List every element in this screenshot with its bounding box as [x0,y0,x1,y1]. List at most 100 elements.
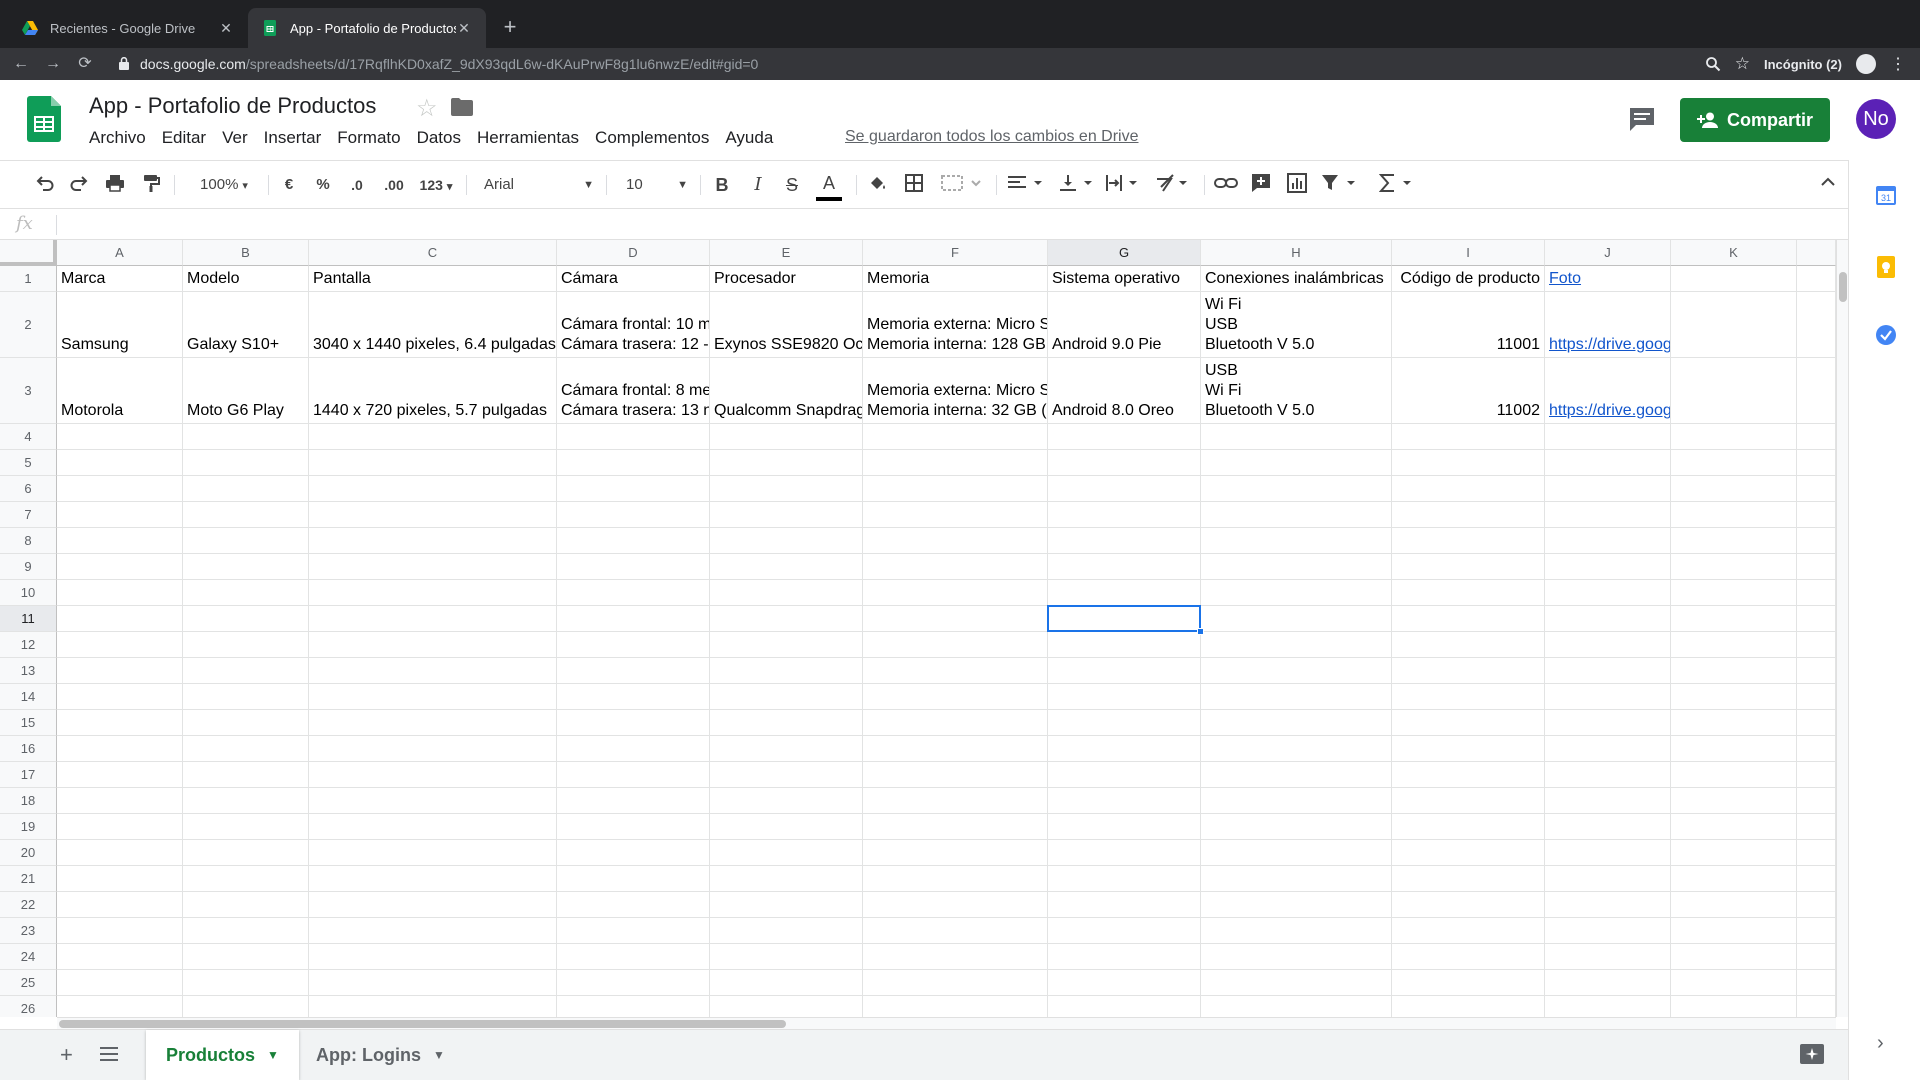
paint-format-icon[interactable] [140,173,162,197]
increase-decimals-button[interactable]: .00 [380,173,408,197]
expand-side-panel-icon[interactable]: › [1877,1032,1884,1055]
horizontal-scrollbar[interactable] [57,1017,1836,1029]
cell-d22[interactable] [557,892,710,918]
cell-a13[interactable] [57,658,183,684]
add-sheet-button[interactable]: + [60,1042,73,1068]
horizontal-align-icon[interactable] [1006,173,1048,197]
back-arrow-icon[interactable]: ← [10,54,32,76]
collapse-toolbar-icon[interactable] [1818,173,1838,197]
cell-i8[interactable] [1392,528,1545,554]
incognito-avatar-icon[interactable] [1856,54,1876,74]
cell-j24[interactable] [1545,944,1671,970]
incognito-label[interactable]: Incógnito (2) [1764,57,1842,72]
cell-f15[interactable] [863,710,1048,736]
cell-j18[interactable] [1545,788,1671,814]
cell-e15[interactable] [710,710,863,736]
cell-d24[interactable] [557,944,710,970]
cell-e3[interactable]: Qualcomm Snapdrag [710,358,863,424]
close-tab-icon[interactable]: ✕ [218,20,234,37]
column-header-d[interactable]: D [557,240,710,266]
cell-g13[interactable] [1048,658,1201,684]
cell-g12[interactable] [1048,632,1201,658]
cell-k9[interactable] [1671,554,1797,580]
column-header-j[interactable]: J [1545,240,1671,266]
keep-icon[interactable] [1875,256,1897,278]
cell-a4[interactable] [57,424,183,450]
cell-i3[interactable]: 11002 [1392,358,1545,424]
column-header-h[interactable]: H [1201,240,1392,266]
cell-k18[interactable] [1671,788,1797,814]
cell-e2[interactable]: Exynos SSE9820 Oc [710,292,863,358]
cell-h11[interactable] [1201,606,1392,632]
cell-a20[interactable] [57,840,183,866]
saved-status[interactable]: Se guardaron todos los cambios en Drive [845,128,1139,146]
share-button[interactable]: Compartir [1680,98,1830,142]
cell-i10[interactable] [1392,580,1545,606]
more-formats-select[interactable]: 123 [414,173,458,197]
cell-b15[interactable] [183,710,309,736]
cell-b4[interactable] [183,424,309,450]
cell-d23[interactable] [557,918,710,944]
cell-i5[interactable] [1392,450,1545,476]
cell-k22[interactable] [1671,892,1797,918]
cell-b16[interactable] [183,736,309,762]
reload-icon[interactable]: ⟳ [74,54,96,76]
cell-c25[interactable] [309,970,557,996]
cell-k10[interactable] [1671,580,1797,606]
row-header-6[interactable]: 6 [0,476,57,502]
cell-i17[interactable] [1392,762,1545,788]
cell-d5[interactable] [557,450,710,476]
cell-f24[interactable] [863,944,1048,970]
cell-g15[interactable] [1048,710,1201,736]
chevron-down-icon[interactable]: ▼ [267,1048,279,1062]
bookmark-star-icon[interactable]: ☆ [1735,54,1750,74]
cell-b17[interactable] [183,762,309,788]
row-header-17[interactable]: 17 [0,762,57,788]
cell-i2[interactable]: 11001 [1392,292,1545,358]
cell-e13[interactable] [710,658,863,684]
cell-c20[interactable] [309,840,557,866]
cell-j9[interactable] [1545,554,1671,580]
text-rotation-icon[interactable] [1154,173,1196,197]
cell-i21[interactable] [1392,866,1545,892]
cell-h6[interactable] [1201,476,1392,502]
cell-h16[interactable] [1201,736,1392,762]
cell-f7[interactable] [863,502,1048,528]
cell-c1[interactable]: Pantalla [309,266,557,292]
cell-f5[interactable] [863,450,1048,476]
zoom-select[interactable]: 100% [190,173,258,197]
chrome-menu-icon[interactable]: ⋮ [1890,54,1906,74]
cell-f23[interactable] [863,918,1048,944]
print-icon[interactable] [104,173,126,197]
cell-g2[interactable]: Android 9.0 Pie [1048,292,1201,358]
cell-f11[interactable] [863,606,1048,632]
cell-g17[interactable] [1048,762,1201,788]
cell-e22[interactable] [710,892,863,918]
cell-j26[interactable] [1545,996,1671,1017]
new-tab-button[interactable]: + [498,14,522,40]
row-header-16[interactable]: 16 [0,736,57,762]
cell-c5[interactable] [309,450,557,476]
cell-k5[interactable] [1671,450,1797,476]
row-header-19[interactable]: 19 [0,814,57,840]
row-header-26[interactable]: 26 [0,996,57,1017]
cell-h14[interactable] [1201,684,1392,710]
cell-a26[interactable] [57,996,183,1017]
cell-j17[interactable] [1545,762,1671,788]
cell-c3[interactable]: 1440 x 720 pixeles, 5.7 pulgadas [309,358,557,424]
row-header-22[interactable]: 22 [0,892,57,918]
cell-a22[interactable] [57,892,183,918]
cell-h22[interactable] [1201,892,1392,918]
cell-f4[interactable] [863,424,1048,450]
cell-b18[interactable] [183,788,309,814]
insert-link-icon[interactable] [1214,173,1238,197]
sheets-logo-icon[interactable] [27,96,61,142]
menu-formato[interactable]: Formato [329,128,408,148]
cell-k2[interactable] [1671,292,1797,358]
cell-e7[interactable] [710,502,863,528]
cell-a14[interactable] [57,684,183,710]
cell-i23[interactable] [1392,918,1545,944]
column-header-b[interactable]: B [183,240,309,266]
column-header-e[interactable]: E [710,240,863,266]
cell-h18[interactable] [1201,788,1392,814]
